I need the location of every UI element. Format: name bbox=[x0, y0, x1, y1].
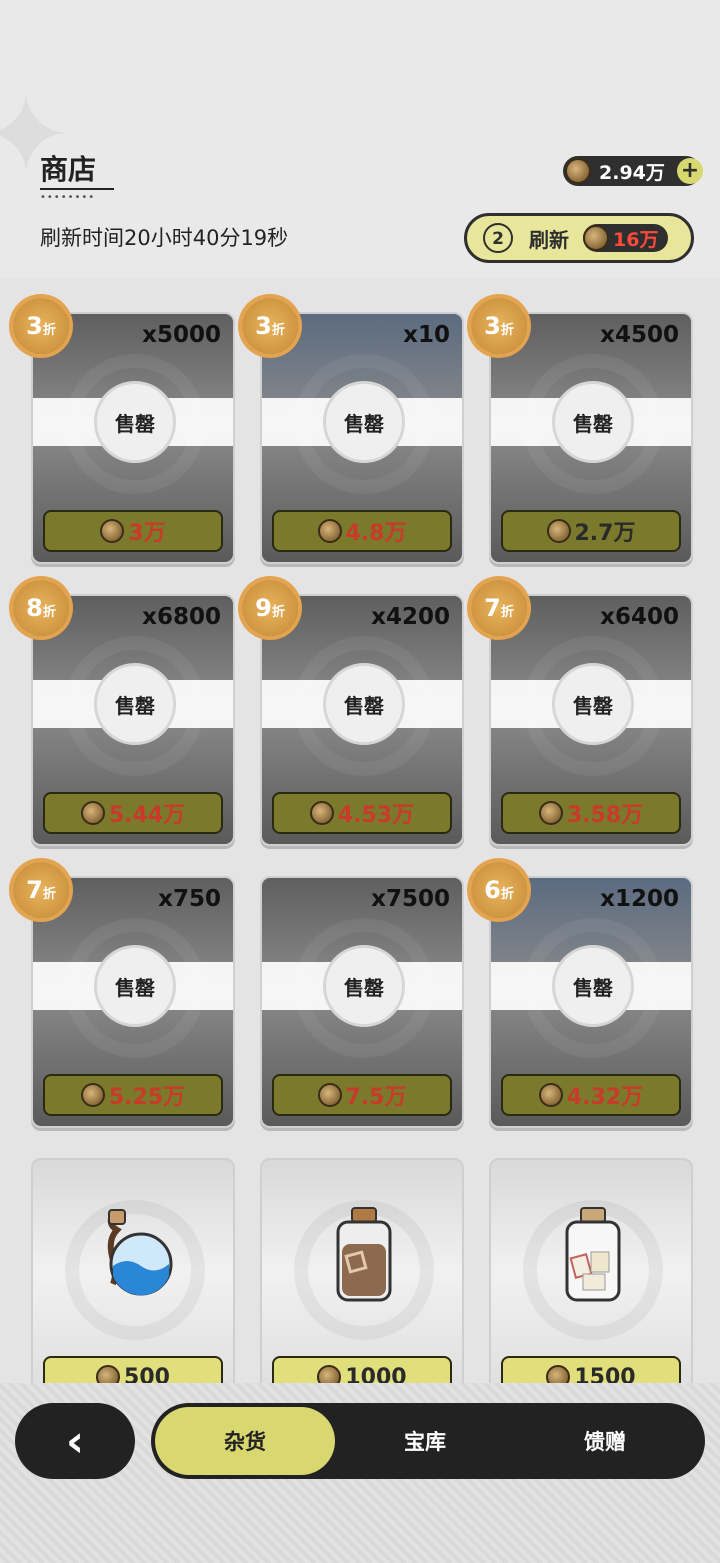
sold-out-label: 售罄 bbox=[552, 945, 634, 1027]
sold-out-label: 售罄 bbox=[323, 663, 405, 745]
blue-potion-icon bbox=[107, 1209, 173, 1296]
item-price: 500 bbox=[124, 1364, 170, 1384]
tab-treasury[interactable]: 宝库 bbox=[335, 1407, 515, 1475]
refresh-count: 2 bbox=[483, 223, 513, 253]
price-button[interactable]: 3万 bbox=[43, 510, 223, 552]
item-quantity: x1200 bbox=[600, 886, 679, 912]
coin-icon bbox=[317, 519, 342, 543]
price-button[interactable]: 5.44万 bbox=[43, 792, 223, 834]
shop-item-card[interactable]: x6400 售罄 3.58万 bbox=[489, 594, 693, 846]
sold-out-label: 售罄 bbox=[323, 381, 405, 463]
tab-groceries[interactable]: 杂货 bbox=[155, 1407, 335, 1475]
discount-badge: 3折 bbox=[471, 298, 527, 354]
item-quantity: x6800 bbox=[142, 604, 221, 630]
item-quantity: x4200 bbox=[371, 604, 450, 630]
price-button[interactable]: 1000 bbox=[272, 1356, 452, 1383]
shop-item-card[interactable]: x4200 售罄 4.53万 bbox=[260, 594, 464, 846]
item-price: 1000 bbox=[345, 1364, 407, 1384]
item-price: 2.7万 bbox=[574, 521, 636, 546]
back-button[interactable]: ‹ bbox=[15, 1403, 135, 1479]
item-quantity: x6400 bbox=[600, 604, 679, 630]
brown-jar-icon bbox=[336, 1207, 392, 1302]
item-price: 7.5万 bbox=[345, 1085, 407, 1110]
price-button[interactable]: 5.25万 bbox=[43, 1074, 223, 1116]
item-price: 1500 bbox=[574, 1364, 636, 1384]
coin-icon bbox=[80, 801, 105, 825]
item-price: 4.53万 bbox=[337, 803, 415, 828]
price-button[interactable]: 7.5万 bbox=[272, 1074, 452, 1116]
item-quantity: x10 bbox=[403, 322, 450, 348]
sold-out-label: 售罄 bbox=[552, 381, 634, 463]
price-button[interactable]: 4.32万 bbox=[501, 1074, 681, 1116]
item-quantity: x5000 bbox=[142, 322, 221, 348]
shop-item-card[interactable]: x750 售罄 5.25万 bbox=[31, 876, 235, 1128]
discount-badge: 6折 bbox=[471, 862, 527, 918]
shop-item-card[interactable]: x7500 售罄 7.5万 bbox=[260, 876, 464, 1128]
shop-item-card[interactable]: 1500 bbox=[489, 1158, 693, 1383]
discount-badge: 7折 bbox=[471, 580, 527, 636]
price-button[interactable]: 3.58万 bbox=[501, 792, 681, 834]
shop-item-card[interactable]: x1200 售罄 4.32万 bbox=[489, 876, 693, 1128]
coin-icon bbox=[309, 801, 334, 825]
shop-item-card[interactable]: 500 bbox=[31, 1158, 235, 1383]
tab-bar: 杂货 宝库 馈赠 bbox=[151, 1403, 705, 1479]
discount-badge: 3折 bbox=[242, 298, 298, 354]
sold-out-label: 售罄 bbox=[94, 381, 176, 463]
refresh-button[interactable]: 2 刷新 16万 bbox=[464, 213, 694, 263]
coin-icon bbox=[80, 1083, 105, 1107]
title-underline bbox=[40, 188, 114, 190]
title-dots: •••••••• bbox=[40, 192, 96, 203]
sold-out-label: 售罄 bbox=[323, 945, 405, 1027]
shop-grid: x5000 售罄 3万 3折 x10 售罄 4.8万 3折 x4500 售罄 2… bbox=[0, 278, 720, 1383]
coin-icon bbox=[546, 1365, 571, 1383]
sold-out-label: 售罄 bbox=[94, 663, 176, 745]
item-price: 4.8万 bbox=[345, 521, 407, 546]
discount-badge: 3折 bbox=[13, 298, 69, 354]
item-price: 5.44万 bbox=[108, 803, 186, 828]
shop-item-card[interactable]: x10 售罄 4.8万 bbox=[260, 312, 464, 564]
item-quantity: x4500 bbox=[600, 322, 679, 348]
add-currency-button[interactable]: + bbox=[677, 158, 703, 184]
currency-amount: 2.94万 bbox=[599, 161, 665, 184]
refresh-timer: 刷新时间20小时40分19秒 bbox=[40, 226, 289, 250]
refresh-cost: 16万 bbox=[583, 224, 669, 252]
coin-icon bbox=[583, 225, 609, 251]
refresh-cost-amount: 16万 bbox=[613, 228, 659, 251]
coin-icon bbox=[538, 801, 563, 825]
coin-icon bbox=[96, 1365, 121, 1383]
item-price: 3.58万 bbox=[566, 803, 644, 828]
currency-display: 2.94万 + bbox=[563, 156, 703, 186]
item-quantity: x7500 bbox=[371, 886, 450, 912]
shop-item-card[interactable]: x6800 售罄 5.44万 bbox=[31, 594, 235, 846]
shop-item-card[interactable]: x5000 售罄 3万 bbox=[31, 312, 235, 564]
coin-icon bbox=[317, 1083, 342, 1107]
coin-icon bbox=[100, 519, 125, 543]
tab-gifts[interactable]: 馈赠 bbox=[515, 1407, 695, 1475]
coin-icon bbox=[317, 1365, 342, 1383]
sold-out-label: 售罄 bbox=[552, 663, 634, 745]
coin-icon bbox=[538, 1083, 563, 1107]
price-button[interactable]: 1500 bbox=[501, 1356, 681, 1383]
coin-icon bbox=[546, 519, 571, 543]
item-quantity: x750 bbox=[158, 886, 221, 912]
discount-badge: 9折 bbox=[242, 580, 298, 636]
price-button[interactable]: 500 bbox=[43, 1356, 223, 1383]
item-price: 4.32万 bbox=[566, 1085, 644, 1110]
chevron-left-icon: ‹ bbox=[65, 1415, 85, 1467]
refresh-label: 刷新 bbox=[529, 227, 569, 252]
discount-badge: 8折 bbox=[13, 580, 69, 636]
sold-out-label: 售罄 bbox=[94, 945, 176, 1027]
price-button[interactable]: 4.53万 bbox=[272, 792, 452, 834]
price-button[interactable]: 4.8万 bbox=[272, 510, 452, 552]
item-price: 5.25万 bbox=[108, 1085, 186, 1110]
price-button[interactable]: 2.7万 bbox=[501, 510, 681, 552]
page-title: 商店 bbox=[40, 153, 97, 186]
item-price: 3万 bbox=[128, 521, 166, 546]
white-jar-icon bbox=[565, 1207, 621, 1302]
shop-item-card[interactable]: x4500 售罄 2.7万 bbox=[489, 312, 693, 564]
coin-icon bbox=[565, 158, 591, 184]
shop-item-card[interactable]: 1000 bbox=[260, 1158, 464, 1383]
discount-badge: 7折 bbox=[13, 862, 69, 918]
